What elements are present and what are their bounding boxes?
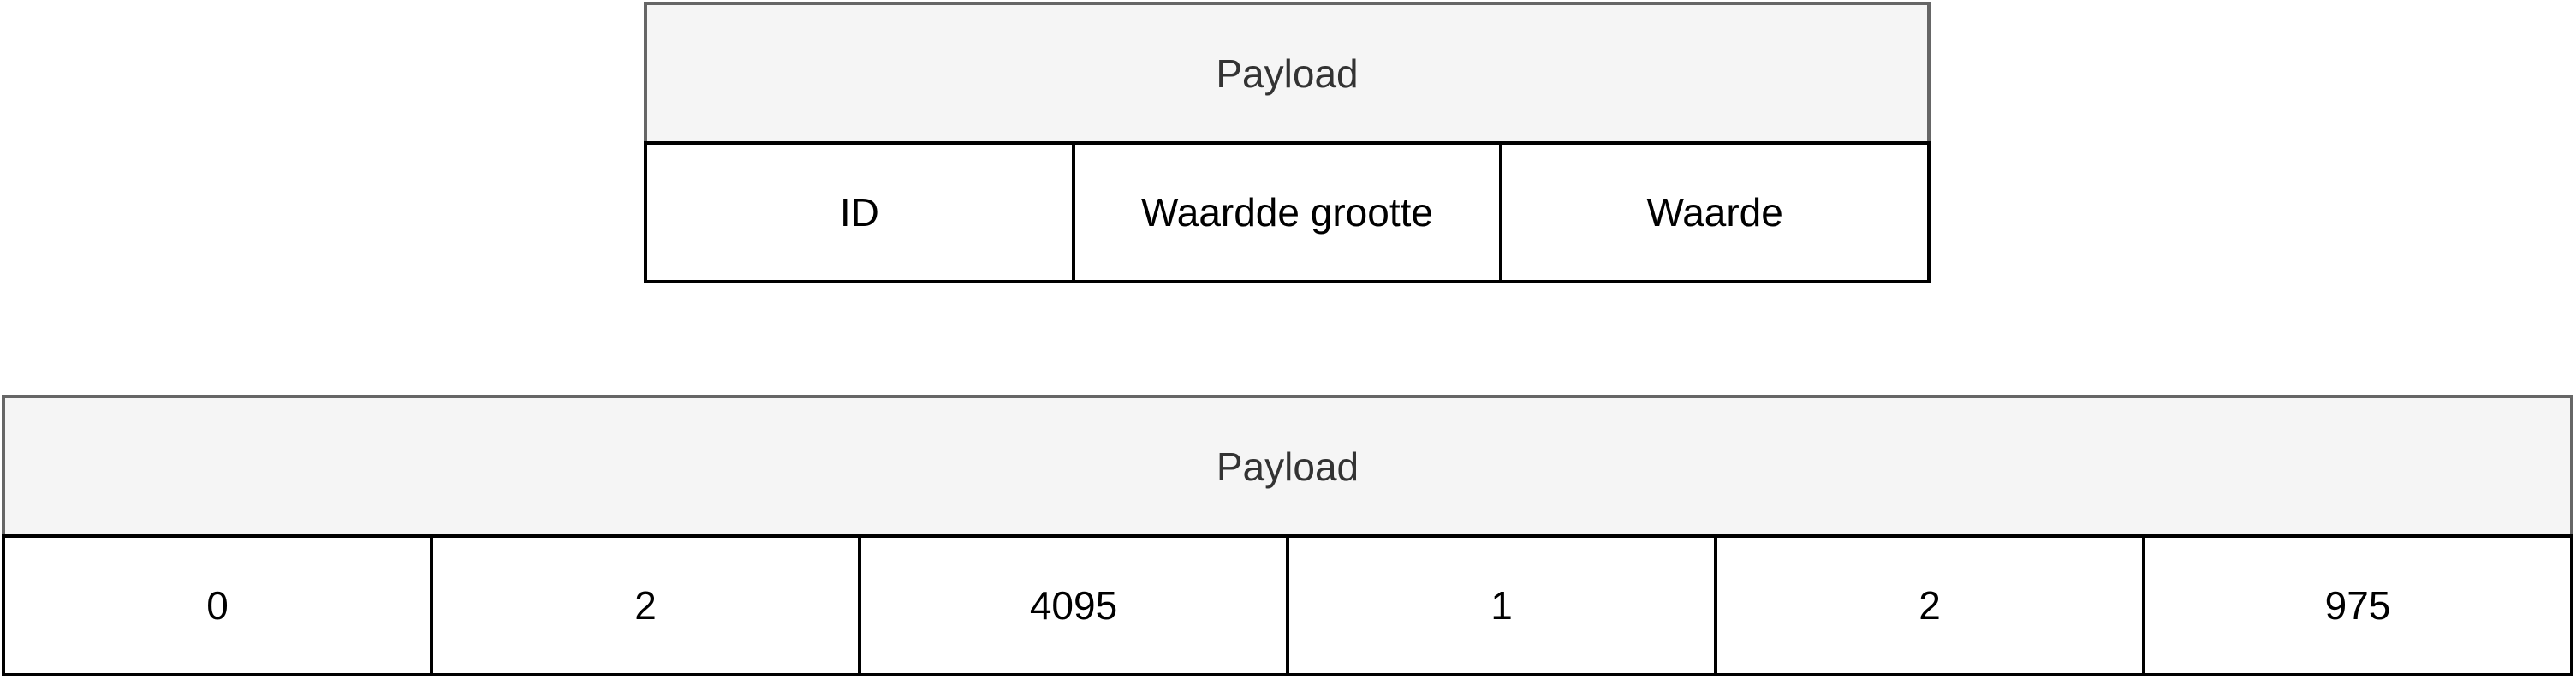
field-value: Waarde: [1499, 141, 1931, 283]
value-cell-3: 4095: [858, 534, 1289, 676]
field-id: ID: [644, 141, 1075, 283]
value-cell-1: 0: [2, 534, 433, 676]
value-cell-4: 1: [1286, 534, 1717, 676]
payload-example-diagram: Payload 0 2 4095 1 2 975: [2, 395, 2573, 680]
value-cell-6: 975: [2142, 534, 2573, 676]
payload-fields-row: ID Waardde grootte Waarde: [644, 141, 1931, 283]
payload-values-row: 0 2 4095 1 2 975: [2, 534, 2573, 676]
payload-header-top: Payload: [644, 2, 1931, 145]
payload-structure-diagram: Payload ID Waardde grootte Waarde: [644, 2, 1931, 287]
value-cell-5: 2: [1714, 534, 2145, 676]
payload-header-bottom: Payload: [2, 395, 2573, 538]
value-cell-2: 2: [430, 534, 861, 676]
field-value-size: Waardde grootte: [1071, 141, 1503, 283]
